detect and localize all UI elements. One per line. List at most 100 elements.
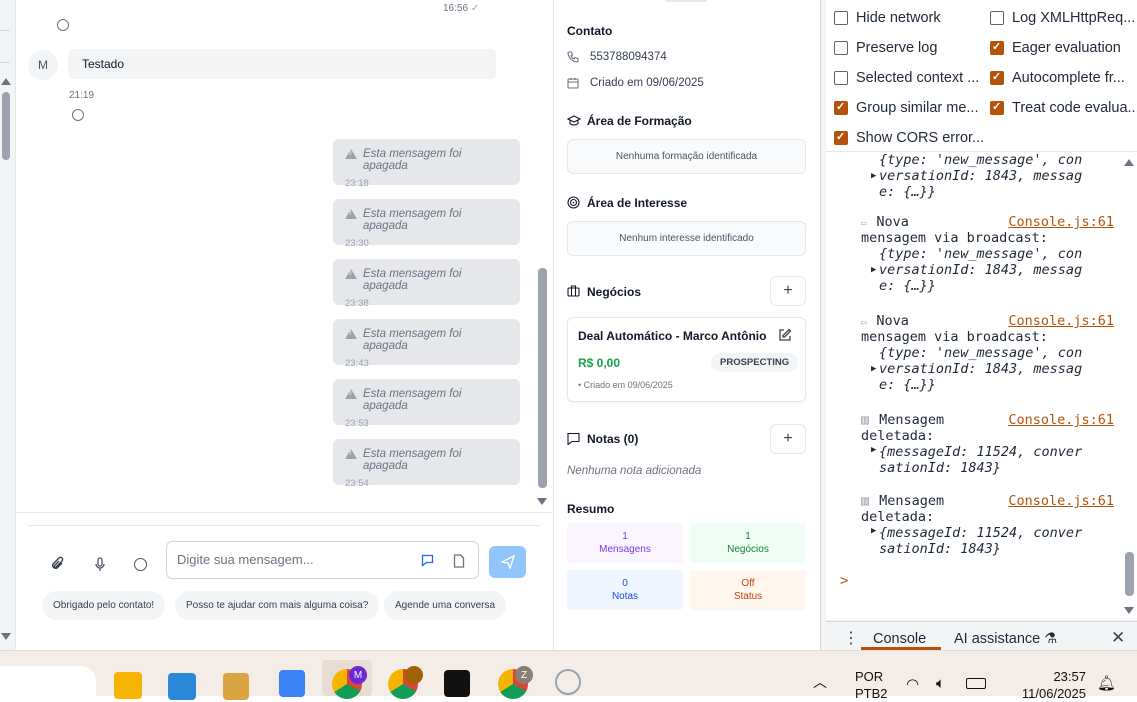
attach-button[interactable] xyxy=(51,556,65,575)
checkbox[interactable] xyxy=(834,11,848,25)
more-options-icon[interactable]: ⋮ xyxy=(843,628,859,648)
briefcase-icon xyxy=(567,285,580,300)
contact-section-title: Contato xyxy=(567,24,613,38)
composer-divider xyxy=(28,525,540,526)
box-app-icon[interactable] xyxy=(444,670,470,697)
phone-icon xyxy=(567,51,579,66)
setting-autocomplete[interactable]: Autocomplete fr... xyxy=(990,70,1137,86)
plus-icon: + xyxy=(783,282,793,299)
checkbox[interactable] xyxy=(834,71,848,85)
source-link[interactable]: Console.js:61 xyxy=(1008,313,1114,329)
system-clock[interactable]: 23:57 11/06/2025 xyxy=(1008,668,1086,702)
wifi-icon[interactable]: ◠ xyxy=(906,675,919,693)
checkbox[interactable] xyxy=(990,41,1004,55)
scroll-up-arrow[interactable] xyxy=(1,78,11,85)
battery-icon[interactable] xyxy=(966,678,986,689)
interest-section-title: Área de Interesse xyxy=(587,196,688,210)
setting-hide-network[interactable]: Hide network xyxy=(834,10,976,26)
react-emoji-icon[interactable] xyxy=(57,19,69,31)
message-time: 16:56 ✓ xyxy=(443,3,480,14)
checkbox[interactable] xyxy=(834,131,848,145)
checkbox[interactable] xyxy=(834,101,848,115)
checkbox[interactable] xyxy=(834,41,848,55)
edit-icon xyxy=(779,328,792,341)
deal-name: Deal Automático - Marco Antônio xyxy=(578,329,767,343)
deleted-message: Esta mensagem foi apagada 23:53 xyxy=(333,379,520,429)
deleted-message: Esta mensagem foi apagada 23:43 xyxy=(333,319,520,369)
deleted-message: Esta mensagem foi apagada 23:30 xyxy=(333,199,520,249)
send-button[interactable] xyxy=(489,546,526,578)
deal-stage-badge: PROSPECTING xyxy=(711,353,799,372)
chat-scroll-down-arrow[interactable] xyxy=(537,498,547,505)
setting-show-cors[interactable]: Show CORS error... xyxy=(834,130,986,146)
deals-section-title: Negócios xyxy=(587,285,642,299)
expand-arrow-icon[interactable]: ▶ xyxy=(871,364,876,374)
left-scrollbar-thumb[interactable] xyxy=(2,92,10,160)
taskbar-search-box[interactable] xyxy=(0,666,96,696)
setting-log-xhr[interactable]: Log XMLHttpReq... xyxy=(990,10,1137,26)
language-indicator[interactable]: POR PTB2 xyxy=(855,668,888,702)
app-ring-icon[interactable] xyxy=(555,669,581,695)
edit-deal-button[interactable] xyxy=(778,328,792,345)
divider xyxy=(16,512,553,513)
file-explorer-icon[interactable] xyxy=(114,672,142,699)
profile-badge: Z xyxy=(515,666,533,684)
file-template-button[interactable] xyxy=(453,554,465,571)
formation-section-title: Área de Formação xyxy=(587,114,692,128)
scroll-down-arrow[interactable] xyxy=(1,633,11,640)
console-scroll-down-arrow[interactable] xyxy=(1124,607,1134,614)
source-link[interactable]: Console.js:61 xyxy=(1008,412,1114,428)
notifications-bell-icon[interactable]: 🔔︎ xyxy=(1097,674,1116,692)
microphone-button[interactable] xyxy=(94,557,106,575)
console-prompt[interactable]: > xyxy=(840,573,848,589)
profile-photo-badge xyxy=(405,666,423,684)
interest-empty-box: Nenhum interesse identificado xyxy=(567,221,806,256)
notes-section-title: Notas (0) xyxy=(587,432,639,446)
react-emoji-icon[interactable] xyxy=(72,109,84,121)
broadcast-icon: ▭ xyxy=(861,318,867,328)
setting-group-similar[interactable]: Group similar me... xyxy=(834,100,986,116)
checkbox[interactable] xyxy=(990,11,1004,25)
setting-treat-code[interactable]: Treat code evalua... xyxy=(990,100,1137,116)
incoming-message: Testado xyxy=(68,49,496,79)
quick-reply-chip[interactable]: Obrigado pelo contato! xyxy=(42,591,166,620)
avatar: M xyxy=(28,50,58,80)
formation-empty-box: Nenhuma formação identificada xyxy=(567,139,806,174)
notes-empty-text: Nenhuma nota adicionada xyxy=(567,465,702,477)
setting-eager-evaluation[interactable]: Eager evaluation xyxy=(990,40,1137,56)
warning-icon xyxy=(345,449,357,459)
add-deal-button[interactable]: + xyxy=(770,276,806,306)
emoji-button[interactable] xyxy=(134,558,147,571)
tab-ai-assistance[interactable]: AI assistance ⚗ xyxy=(954,631,1057,647)
expand-arrow-icon[interactable]: ▶ xyxy=(871,445,876,455)
expand-arrow-icon[interactable]: ▶ xyxy=(871,526,876,536)
message-time: 21:19 xyxy=(69,90,95,101)
divider xyxy=(0,62,10,63)
checkbox[interactable] xyxy=(990,71,1004,85)
expand-arrow-icon[interactable]: ▶ xyxy=(871,265,876,275)
setting-preserve-log[interactable]: Preserve log xyxy=(834,40,976,56)
source-link[interactable]: Console.js:61 xyxy=(1008,493,1114,509)
console-scrollbar-thumb[interactable] xyxy=(1125,552,1134,596)
console-scroll-up-arrow[interactable] xyxy=(1124,159,1134,166)
checkbox[interactable] xyxy=(990,101,1004,115)
close-drawer-icon[interactable]: ✕ xyxy=(1111,628,1125,648)
log-object[interactable]: {type: 'new_message', con ▶ versationId: … xyxy=(861,152,1123,200)
setting-selected-context[interactable]: Selected context ... xyxy=(834,70,986,86)
quick-reply-chip[interactable]: Agende uma conversa xyxy=(384,591,507,620)
warning-icon xyxy=(345,389,357,399)
comment-template-button[interactable] xyxy=(421,554,434,570)
chat-scrollbar-thumb[interactable] xyxy=(538,268,547,488)
quick-reply-chip[interactable]: Posso te ajudar com mais alguma coisa? xyxy=(175,591,380,620)
chevron-up-icon[interactable]: ︿ xyxy=(813,672,827,692)
expand-arrow-icon[interactable]: ▶ xyxy=(871,171,876,181)
message-square-icon xyxy=(421,554,434,567)
microphone-icon xyxy=(95,557,105,571)
send-icon xyxy=(500,555,515,569)
volume-icon[interactable]: 🔈︎ xyxy=(936,675,945,692)
contact-phone: 553788094374 xyxy=(590,51,667,63)
source-link[interactable]: Console.js:61 xyxy=(1008,214,1114,230)
add-note-button[interactable]: + xyxy=(770,424,806,454)
warning-icon xyxy=(345,269,357,279)
notepad-icon[interactable] xyxy=(279,670,305,697)
